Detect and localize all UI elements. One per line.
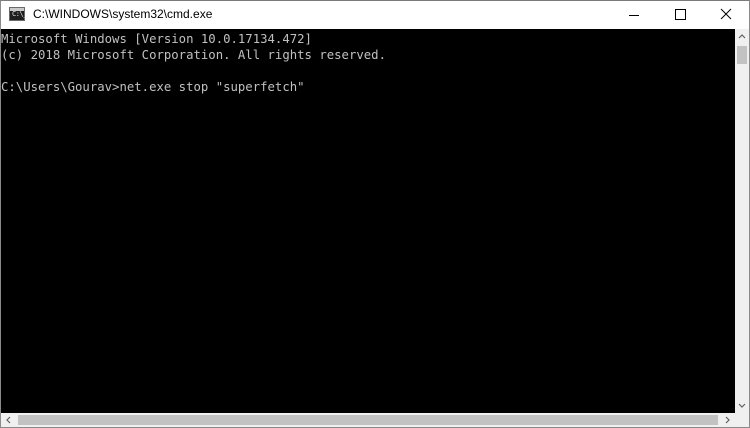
console-line-version: Microsoft Windows [Version 10.0.17134.47… [1,32,312,46]
command-prompt-icon[interactable]: C:\_ [9,7,27,21]
arrow-up-icon [738,34,746,39]
minimize-icon [629,15,639,16]
scroll-up-button[interactable] [735,29,749,45]
horizontal-scroll-thumb[interactable] [18,415,718,425]
maximize-button[interactable] [657,1,703,29]
scrollbar-corner [735,413,749,427]
minimize-button[interactable] [611,1,657,29]
scroll-right-button[interactable] [719,413,735,427]
scroll-left-button[interactable] [1,413,17,427]
window-title: C:\WINDOWS\system32\cmd.exe [33,7,213,21]
scroll-down-button[interactable] [735,397,749,413]
maximize-icon [675,9,686,20]
console-line-command: C:\Users\Gourav>net.exe stop "superfetch… [1,80,305,94]
vertical-scrollbar[interactable] [735,29,749,413]
title-bar[interactable]: C:\_ C:\WINDOWS\system32\cmd.exe [1,1,749,29]
arrow-down-icon [738,403,746,408]
close-icon [720,8,732,20]
arrow-left-icon [6,416,11,424]
horizontal-scrollbar[interactable] [1,413,735,427]
console-line-copyright: (c) 2018 Microsoft Corporation. All righ… [1,48,386,62]
close-button[interactable] [703,1,749,29]
vertical-scroll-thumb[interactable] [737,46,747,64]
console-output[interactable]: Microsoft Windows [Version 10.0.17134.47… [1,29,735,413]
app-icon-text: C:\_ [12,10,27,18]
arrow-right-icon [725,416,730,424]
cmd-window: C:\_ C:\WINDOWS\system32\cmd.exe Microso… [0,0,750,428]
